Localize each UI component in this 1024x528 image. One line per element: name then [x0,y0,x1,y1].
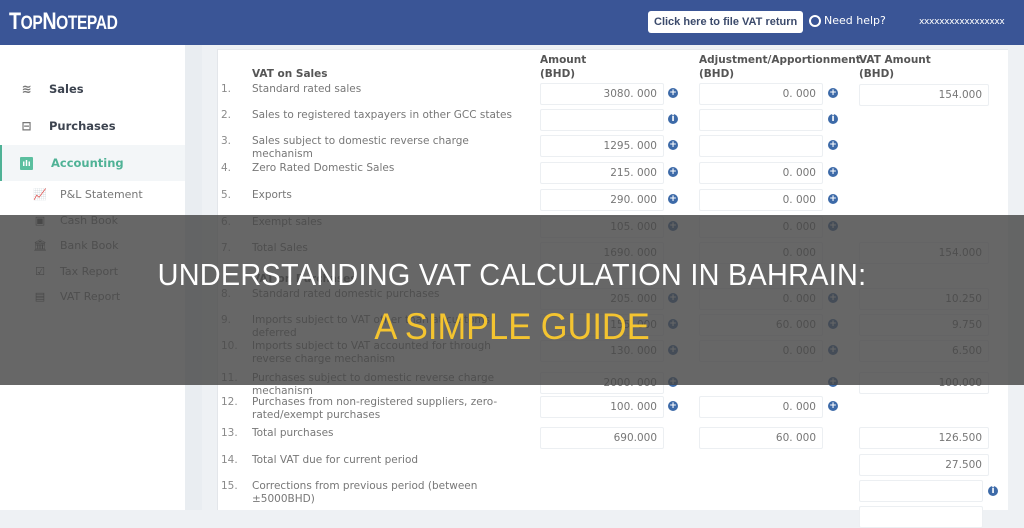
receipt-icon: ⊟ [21,118,32,133]
adjustment-input[interactable]: 0. 000 [699,396,823,418]
sidebar-subitem-label: P&L Statement [60,188,143,201]
amount-input[interactable]: 1295. 000 [540,135,664,157]
column-header-vat: VAT Amount (BHD) [859,53,931,81]
row-label: Standard rated sales [252,83,362,95]
line-chart-icon: 📈 [33,187,47,201]
column-header-text: Amount [540,54,587,66]
section-heading-sales: VAT on Sales [252,68,328,80]
next-row-input[interactable] [859,506,983,528]
logo-text: T [9,8,21,35]
row-label: Exports [252,189,292,201]
amount-total-field: 690.000 [540,427,664,449]
add-icon[interactable]: + [668,140,678,150]
amount-input[interactable]: 3080. 000 [540,83,664,105]
sidebar-item-purchases[interactable]: ⊟ Purchases [0,108,185,144]
sidebar-item-label: Sales [49,82,84,96]
row-number: 1. [221,83,232,95]
add-icon[interactable]: + [828,88,838,98]
column-header-text: VAT Amount [859,54,931,66]
row-label: Total VAT due for current period [252,454,419,466]
sidebar-item-sales[interactable]: ≋ Sales [0,71,185,107]
add-icon[interactable]: + [828,194,838,204]
logo-text: OTEPAD [56,13,118,34]
user-name[interactable]: xxxxxxxxxxxxxxxxx [919,17,1005,27]
row-label: Zero Rated Domestic Sales [252,162,395,174]
add-icon[interactable]: + [668,88,678,98]
logo[interactable]: TOPNOTEPAD [9,8,118,36]
amount-input[interactable]: 290. 000 [540,189,664,211]
column-header-unit: (BHD) [699,68,735,80]
row-number: 14. [221,454,238,466]
row-number: 4. [221,162,232,174]
amount-input[interactable]: 100. 000 [540,396,664,418]
column-header-amount: Amount (BHD) [540,53,586,81]
row-number: 3. [221,135,232,147]
adjustment-input[interactable]: 0. 000 [699,162,823,184]
vat-total-field: 126.500 [859,427,989,449]
corrections-input[interactable] [859,480,983,502]
info-icon[interactable]: i [828,114,838,124]
amount-input[interactable]: 215. 000 [540,162,664,184]
overlay-title: UNDERSTANDING VAT CALCULATION IN BAHRAIN… [157,257,867,292]
adjustment-total-field: 60. 000 [699,427,823,449]
row-label: Total purchases [252,427,334,439]
adjustment-input[interactable] [699,109,823,131]
sidebar-item-label: Purchases [49,119,116,133]
need-help-label: Need help? [824,14,886,27]
top-bar: TOPNOTEPAD Click here to file VAT return… [0,0,1024,45]
chart-icon: ılı [20,156,33,170]
row-number: 2. [221,109,232,121]
adjustment-input[interactable]: 0. 000 [699,83,823,105]
info-icon[interactable]: i [668,114,678,124]
vat-amount-field: 154.000 [859,84,989,106]
info-icon[interactable]: i [988,486,998,496]
amount-input[interactable] [540,109,664,131]
adjustment-input[interactable] [699,135,823,157]
row-number: 15. [221,480,238,492]
column-header-text: Adjustment/Apportionment [699,54,861,66]
layers-icon: ≋ [21,81,32,96]
column-header-unit: (BHD) [859,68,895,80]
add-icon[interactable]: + [668,194,678,204]
row-number: 5. [221,189,232,201]
need-help-link[interactable]: Need help? [809,14,886,27]
add-icon[interactable]: + [828,167,838,177]
vat-due-field: 27.500 [859,454,989,476]
row-label: Sales subject to domestic reverse charge… [252,135,469,160]
sidebar-item-accounting[interactable]: ılı Accounting [0,145,185,181]
add-icon[interactable]: + [828,401,838,411]
file-vat-return-button[interactable]: Click here to file VAT return [648,11,804,33]
title-overlay [0,215,1024,385]
sidebar-subitem-pl-statement[interactable]: 📈 P&L Statement [0,182,185,207]
row-label: Purchases from non-registered suppliers,… [252,396,498,421]
sidebar-item-label: Accounting [51,156,124,170]
row-number: 13. [221,427,238,439]
add-icon[interactable]: + [828,140,838,150]
column-header-adjustment: Adjustment/Apportionment (BHD) [699,53,861,81]
logo-text: OP [20,13,43,34]
row-label: Sales to registered taxpayers in other G… [252,109,512,121]
adjustment-input[interactable]: 0. 000 [699,189,823,211]
row-number: 12. [221,396,238,408]
add-icon[interactable]: + [668,401,678,411]
logo-text: N [42,8,57,35]
lifebuoy-icon [809,14,821,27]
overlay-subtitle: A SIMPLE GUIDE [374,306,650,347]
column-header-unit: (BHD) [540,68,576,80]
add-icon[interactable]: + [668,167,678,177]
row-label: Corrections from previous period (betwee… [252,480,478,505]
